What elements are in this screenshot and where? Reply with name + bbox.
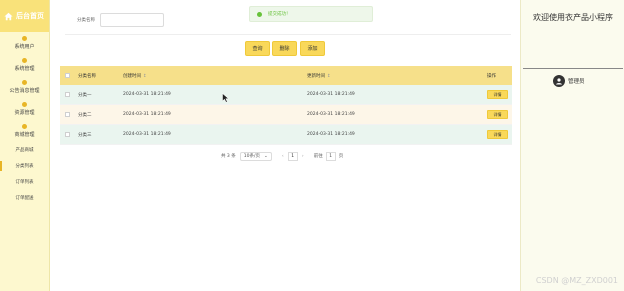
bell-icon (22, 80, 27, 85)
table-header: 分类名称 创建时间 ↕ 更新时间 ↕ 操作 (60, 66, 512, 85)
brand-title: 后台首页 (16, 12, 44, 20)
header-updated[interactable]: 更新时间 ↕ (302, 73, 487, 79)
goto-label: 前往 (313, 154, 323, 159)
cell-name: 分类一 (78, 92, 92, 98)
search-input[interactable] (100, 13, 164, 27)
sidebar-item-notice-management[interactable]: 公告消息管理 (0, 76, 49, 98)
table-row: 分类二 2024-03-31 18:21:49 2024-03-31 18:21… (60, 105, 512, 125)
sidebar-item-label: 商城管理 (14, 132, 35, 138)
header-created-label: 创建时间 (123, 73, 141, 79)
delete-button[interactable]: 删除 (272, 41, 297, 56)
cell-updated: 2024-03-31 18:21:49 (307, 132, 355, 137)
sidebar-item-label: 公告消息管理 (9, 88, 40, 94)
row-checkbox[interactable] (64, 112, 70, 117)
sidebar-item-resource-management[interactable]: 资源管理 (0, 98, 49, 120)
category-table: 分类名称 创建时间 ↕ 更新时间 ↕ 操作 分类一 2024-03-31 18:21… (60, 66, 512, 145)
table-row: 分类三 2024-03-31 18:21:49 2024-03-31 18:21… (60, 125, 512, 145)
cell-name: 分类二 (78, 112, 92, 118)
select-all-checkbox[interactable] (64, 73, 70, 78)
brand-home[interactable]: 后台首页 (0, 0, 49, 32)
divider (65, 34, 511, 35)
search-button[interactable]: 查询 (245, 41, 270, 56)
sidebar-item-label: 资源管理 (14, 110, 35, 116)
divider (523, 68, 623, 69)
toast-text: 提交成功！ (268, 12, 291, 17)
sidebar-subitem-products[interactable]: 产品商城 (0, 142, 49, 158)
row-checkbox[interactable] (64, 92, 70, 97)
search-label: 分类名称 (77, 18, 95, 23)
sidebar-item-label: 系统管理 (14, 66, 35, 72)
sidebar-item-system-users[interactable]: 系统用户 (0, 32, 49, 54)
row-checkbox[interactable] (64, 132, 70, 137)
pagination-total: 共 3 条 (221, 154, 236, 159)
sidebar-subitem-label: 产品商城 (15, 148, 34, 153)
username: 管理员 (568, 79, 585, 85)
shop-icon (22, 124, 27, 129)
right-panel: 欢迎使用衣产品小程序 管理员 (520, 0, 624, 291)
check-circle-icon (257, 11, 262, 17)
welcome-title: 欢迎使用衣产品小程序 (533, 13, 613, 22)
avatar (553, 75, 565, 87)
add-button[interactable]: 添加 (300, 41, 325, 56)
cell-created: 2024-03-31 18:21:49 (123, 132, 171, 137)
header-updated-label: 更新时间 (307, 73, 325, 79)
goto-page-input[interactable]: 1 (325, 151, 336, 161)
settings-icon (22, 58, 27, 63)
next-page-icon[interactable]: › (298, 152, 308, 161)
table-row: 分类一 2024-03-31 18:21:49 2024-03-31 18:21… (60, 85, 512, 105)
cell-updated: 2024-03-31 18:21:49 (307, 92, 355, 97)
page-size-value: 10条/页 (243, 154, 260, 159)
header-op: 操作 (487, 73, 496, 79)
cell-created: 2024-03-31 18:21:49 (123, 112, 171, 117)
sort-icon: ↕ (327, 73, 331, 79)
cell-name: 分类三 (78, 132, 92, 138)
sidebar-item-label: 系统用户 (14, 44, 35, 50)
user-icon (556, 78, 562, 85)
pagination: 共 3 条 10条/页 ⌄ ‹ 1 › 前往 1 页 (221, 151, 343, 161)
cell-created: 2024-03-31 18:21:49 (123, 92, 171, 97)
sidebar-subitem-label: 分类列表 (15, 164, 34, 169)
sidebar-subitem-label: 订单列表 (15, 180, 34, 185)
sidebar-subitem-label: 订单配送 (15, 196, 34, 201)
page-size-select[interactable]: 10条/页 ⌄ (239, 151, 272, 161)
detail-button[interactable]: 详情 (487, 130, 508, 139)
watermark: CSDN @MZ_ZXD001 (535, 276, 618, 285)
chevron-down-icon: ⌄ (263, 153, 268, 159)
sidebar-subitem-order-delivery[interactable]: 订单配送 (0, 190, 49, 206)
user-menu[interactable]: 管理员 (553, 75, 585, 87)
detail-button[interactable]: 详情 (487, 90, 508, 99)
sidebar: 后台首页 系统用户 系统管理 公告消息管理 资源管理 商城管理 产品商城 分类列… (0, 0, 50, 291)
mouse-cursor-icon (222, 93, 230, 103)
page-suffix: 页 (338, 154, 344, 159)
current-page[interactable]: 1 (287, 151, 298, 161)
prev-page-icon[interactable]: ‹ (278, 152, 288, 161)
user-icon (22, 36, 27, 41)
header-name[interactable]: 分类名称 (74, 73, 117, 79)
home-icon (4, 12, 13, 20)
sidebar-item-shop-management[interactable]: 商城管理 (0, 120, 49, 142)
sidebar-item-system-management[interactable]: 系统管理 (0, 54, 49, 76)
header-created[interactable]: 创建时间 ↕ (117, 73, 302, 79)
sidebar-subitem-order-list[interactable]: 订单列表 (0, 174, 49, 190)
folder-icon (22, 102, 27, 107)
cell-updated: 2024-03-31 18:21:49 (307, 112, 355, 117)
detail-button[interactable]: 详情 (487, 110, 508, 119)
success-toast: 提交成功！ (249, 6, 373, 22)
sidebar-subitem-category-list[interactable]: 分类列表 (0, 158, 49, 174)
sort-icon: ↕ (143, 73, 147, 79)
main-content: 分类名称 提交成功！ 查询 删除 添加 分类名称 创建时间 ↕ 更新时间 ↕ 操作 … (50, 0, 520, 291)
